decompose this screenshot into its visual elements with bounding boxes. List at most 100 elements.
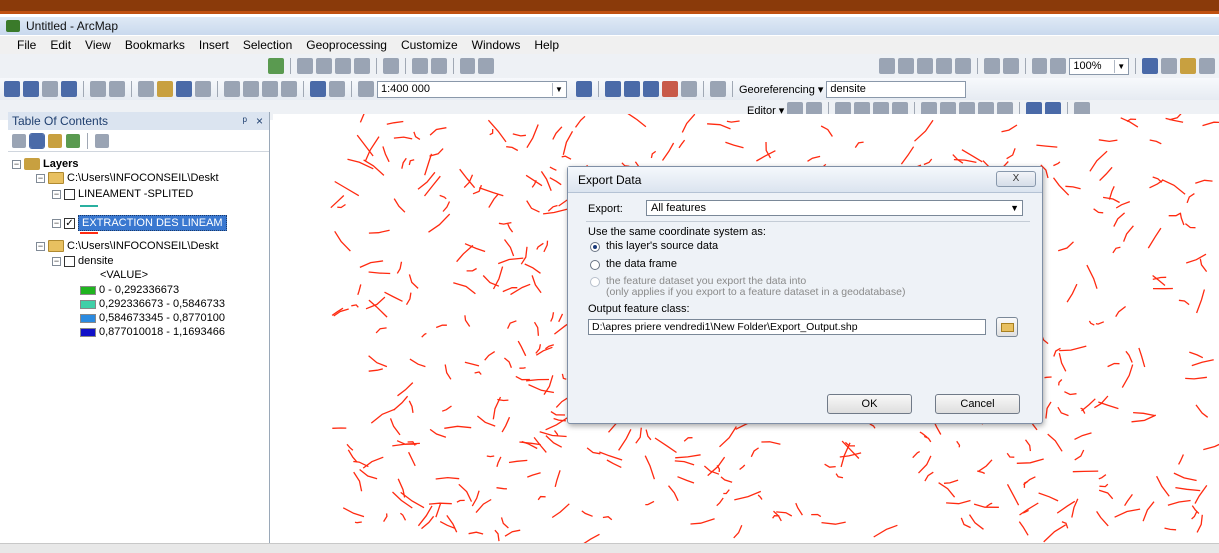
paste-icon[interactable] (262, 81, 278, 97)
georef-tool-4-icon[interactable] (935, 58, 952, 74)
attributes-icon[interactable] (411, 58, 428, 74)
radio-data-frame[interactable] (590, 260, 600, 270)
table-icon[interactable] (382, 58, 399, 74)
collapse-icon[interactable]: − (36, 241, 45, 251)
search-window-icon[interactable] (1199, 58, 1215, 74)
list-by-selection-icon[interactable] (66, 133, 80, 148)
zoom-out-icon[interactable] (23, 81, 39, 97)
radio-feature-dataset[interactable] (590, 277, 600, 287)
trace-icon[interactable] (353, 58, 370, 74)
lineament-segment (368, 229, 390, 234)
menu-bookmarks[interactable]: Bookmarks (118, 38, 192, 52)
catalog-icon[interactable] (1180, 58, 1197, 74)
cut-icon[interactable] (224, 81, 240, 97)
transparency-field[interactable]: 100% ▼ (1069, 57, 1130, 75)
open-icon[interactable] (157, 81, 173, 97)
lineament-segment (1115, 200, 1131, 209)
undo-icon[interactable] (310, 81, 326, 97)
menu-customize[interactable]: Customize (394, 38, 465, 52)
toc-layer-densite[interactable]: − densite (52, 255, 113, 267)
lineament-segment (471, 490, 480, 507)
python-icon[interactable] (681, 81, 697, 97)
editor-toggle-icon[interactable] (576, 81, 592, 97)
list-by-source-icon[interactable] (29, 132, 45, 149)
topology-icon[interactable] (315, 58, 332, 74)
layer-visibility-checkbox[interactable] (64, 188, 75, 200)
new-document-icon[interactable] (138, 81, 154, 97)
menu-edit[interactable]: Edit (43, 38, 78, 52)
zoom-in-icon[interactable] (4, 81, 20, 97)
layout-2-icon[interactable] (1161, 58, 1178, 74)
layout-icon[interactable] (1142, 58, 1159, 74)
pan-icon[interactable] (42, 81, 58, 97)
georef-tool-5-icon[interactable] (954, 58, 971, 74)
collapse-icon[interactable]: − (36, 173, 45, 183)
menu-windows[interactable]: Windows (465, 38, 528, 52)
fixed-zoom-out-icon[interactable] (109, 81, 125, 97)
pin-icon[interactable]: ᵖ (242, 112, 247, 130)
effects-2-icon[interactable] (1050, 58, 1067, 74)
collapse-icon[interactable]: − (52, 256, 61, 266)
snap-icon[interactable] (334, 58, 351, 74)
collapse-icon[interactable]: − (52, 218, 61, 228)
export-select[interactable]: All features ▼ (646, 200, 1023, 216)
table-of-contents-icon[interactable] (605, 81, 621, 97)
georeferencing-menu[interactable]: Georeferencing ▾ (739, 83, 823, 96)
georef-layer-combo[interactable]: densite (826, 80, 967, 98)
layer-visibility-checkbox[interactable] (64, 255, 75, 267)
radio-layer-source[interactable] (590, 242, 600, 252)
reshape-icon[interactable] (459, 58, 476, 74)
arctoolbox-icon[interactable] (662, 81, 678, 97)
lineament-segment (545, 435, 563, 448)
menu-help[interactable]: Help (527, 38, 566, 52)
horizontal-scrollbar[interactable] (0, 543, 1219, 553)
lineament-segment (1184, 223, 1196, 229)
menu-selection[interactable]: Selection (236, 38, 299, 52)
measure-icon[interactable] (478, 58, 495, 74)
delete-icon[interactable] (281, 81, 297, 97)
menu-file[interactable]: File (10, 38, 43, 52)
save-icon[interactable] (176, 81, 192, 97)
output-path-input[interactable]: D:\apres priere vendredi1\New Folder\Exp… (588, 319, 986, 335)
cancel-button[interactable]: Cancel (935, 394, 1020, 414)
toc-layer-lineament-splited[interactable]: − LINEAMENT -SPLITED (52, 188, 193, 200)
catalog-window-icon[interactable] (624, 81, 640, 97)
grid-tool-2-icon[interactable] (1002, 58, 1019, 74)
georef-tool-1-icon[interactable] (878, 58, 895, 74)
menu-view[interactable]: View (78, 38, 118, 52)
redo-icon[interactable] (329, 81, 345, 97)
search-icon[interactable] (643, 81, 659, 97)
menu-insert[interactable]: Insert (192, 38, 236, 52)
print-icon[interactable] (195, 81, 211, 97)
georef-tool-2-icon[interactable] (897, 58, 914, 74)
collapse-icon[interactable]: − (12, 159, 21, 169)
model-builder-icon[interactable] (710, 81, 726, 97)
layer-visibility-checkbox[interactable]: ✓ (64, 217, 75, 229)
fixed-zoom-in-icon[interactable] (90, 81, 106, 97)
dialog-close-button[interactable]: X (996, 171, 1036, 187)
close-icon[interactable]: × (256, 112, 263, 130)
georef-tool-3-icon[interactable] (916, 58, 933, 74)
toc-group-1[interactable]: − C:\Users\INFOCONSEIL\Deskt (36, 172, 219, 184)
toc-layer-extraction[interactable]: − ✓ EXTRACTION DES LINEAM (52, 215, 227, 231)
select-features-icon[interactable] (296, 58, 313, 74)
layers-root[interactable]: − Layers (12, 158, 78, 170)
browse-button[interactable] (996, 317, 1018, 337)
list-by-drawing-order-icon[interactable] (12, 133, 26, 148)
lineament-segment (1199, 258, 1208, 272)
lineament-segment (494, 529, 500, 542)
add-data-icon[interactable] (358, 81, 374, 97)
editor-toolbar-icon[interactable] (268, 58, 284, 74)
menu-geoprocessing[interactable]: Geoprocessing (299, 38, 394, 52)
options-icon[interactable] (95, 133, 109, 148)
list-by-visibility-icon[interactable] (48, 133, 62, 148)
effects-icon[interactable] (1031, 58, 1048, 74)
toc-group-2[interactable]: − C:\Users\INFOCONSEIL\Deskt (36, 240, 219, 252)
sketch-icon[interactable] (430, 58, 447, 74)
grid-tool-icon[interactable] (983, 58, 1000, 74)
full-extent-icon[interactable] (61, 81, 77, 97)
copy-icon[interactable] (243, 81, 259, 97)
map-scale-combo[interactable]: 1:400 000 ▼ (377, 80, 567, 98)
collapse-icon[interactable]: − (52, 189, 61, 199)
ok-button[interactable]: OK (827, 394, 912, 414)
